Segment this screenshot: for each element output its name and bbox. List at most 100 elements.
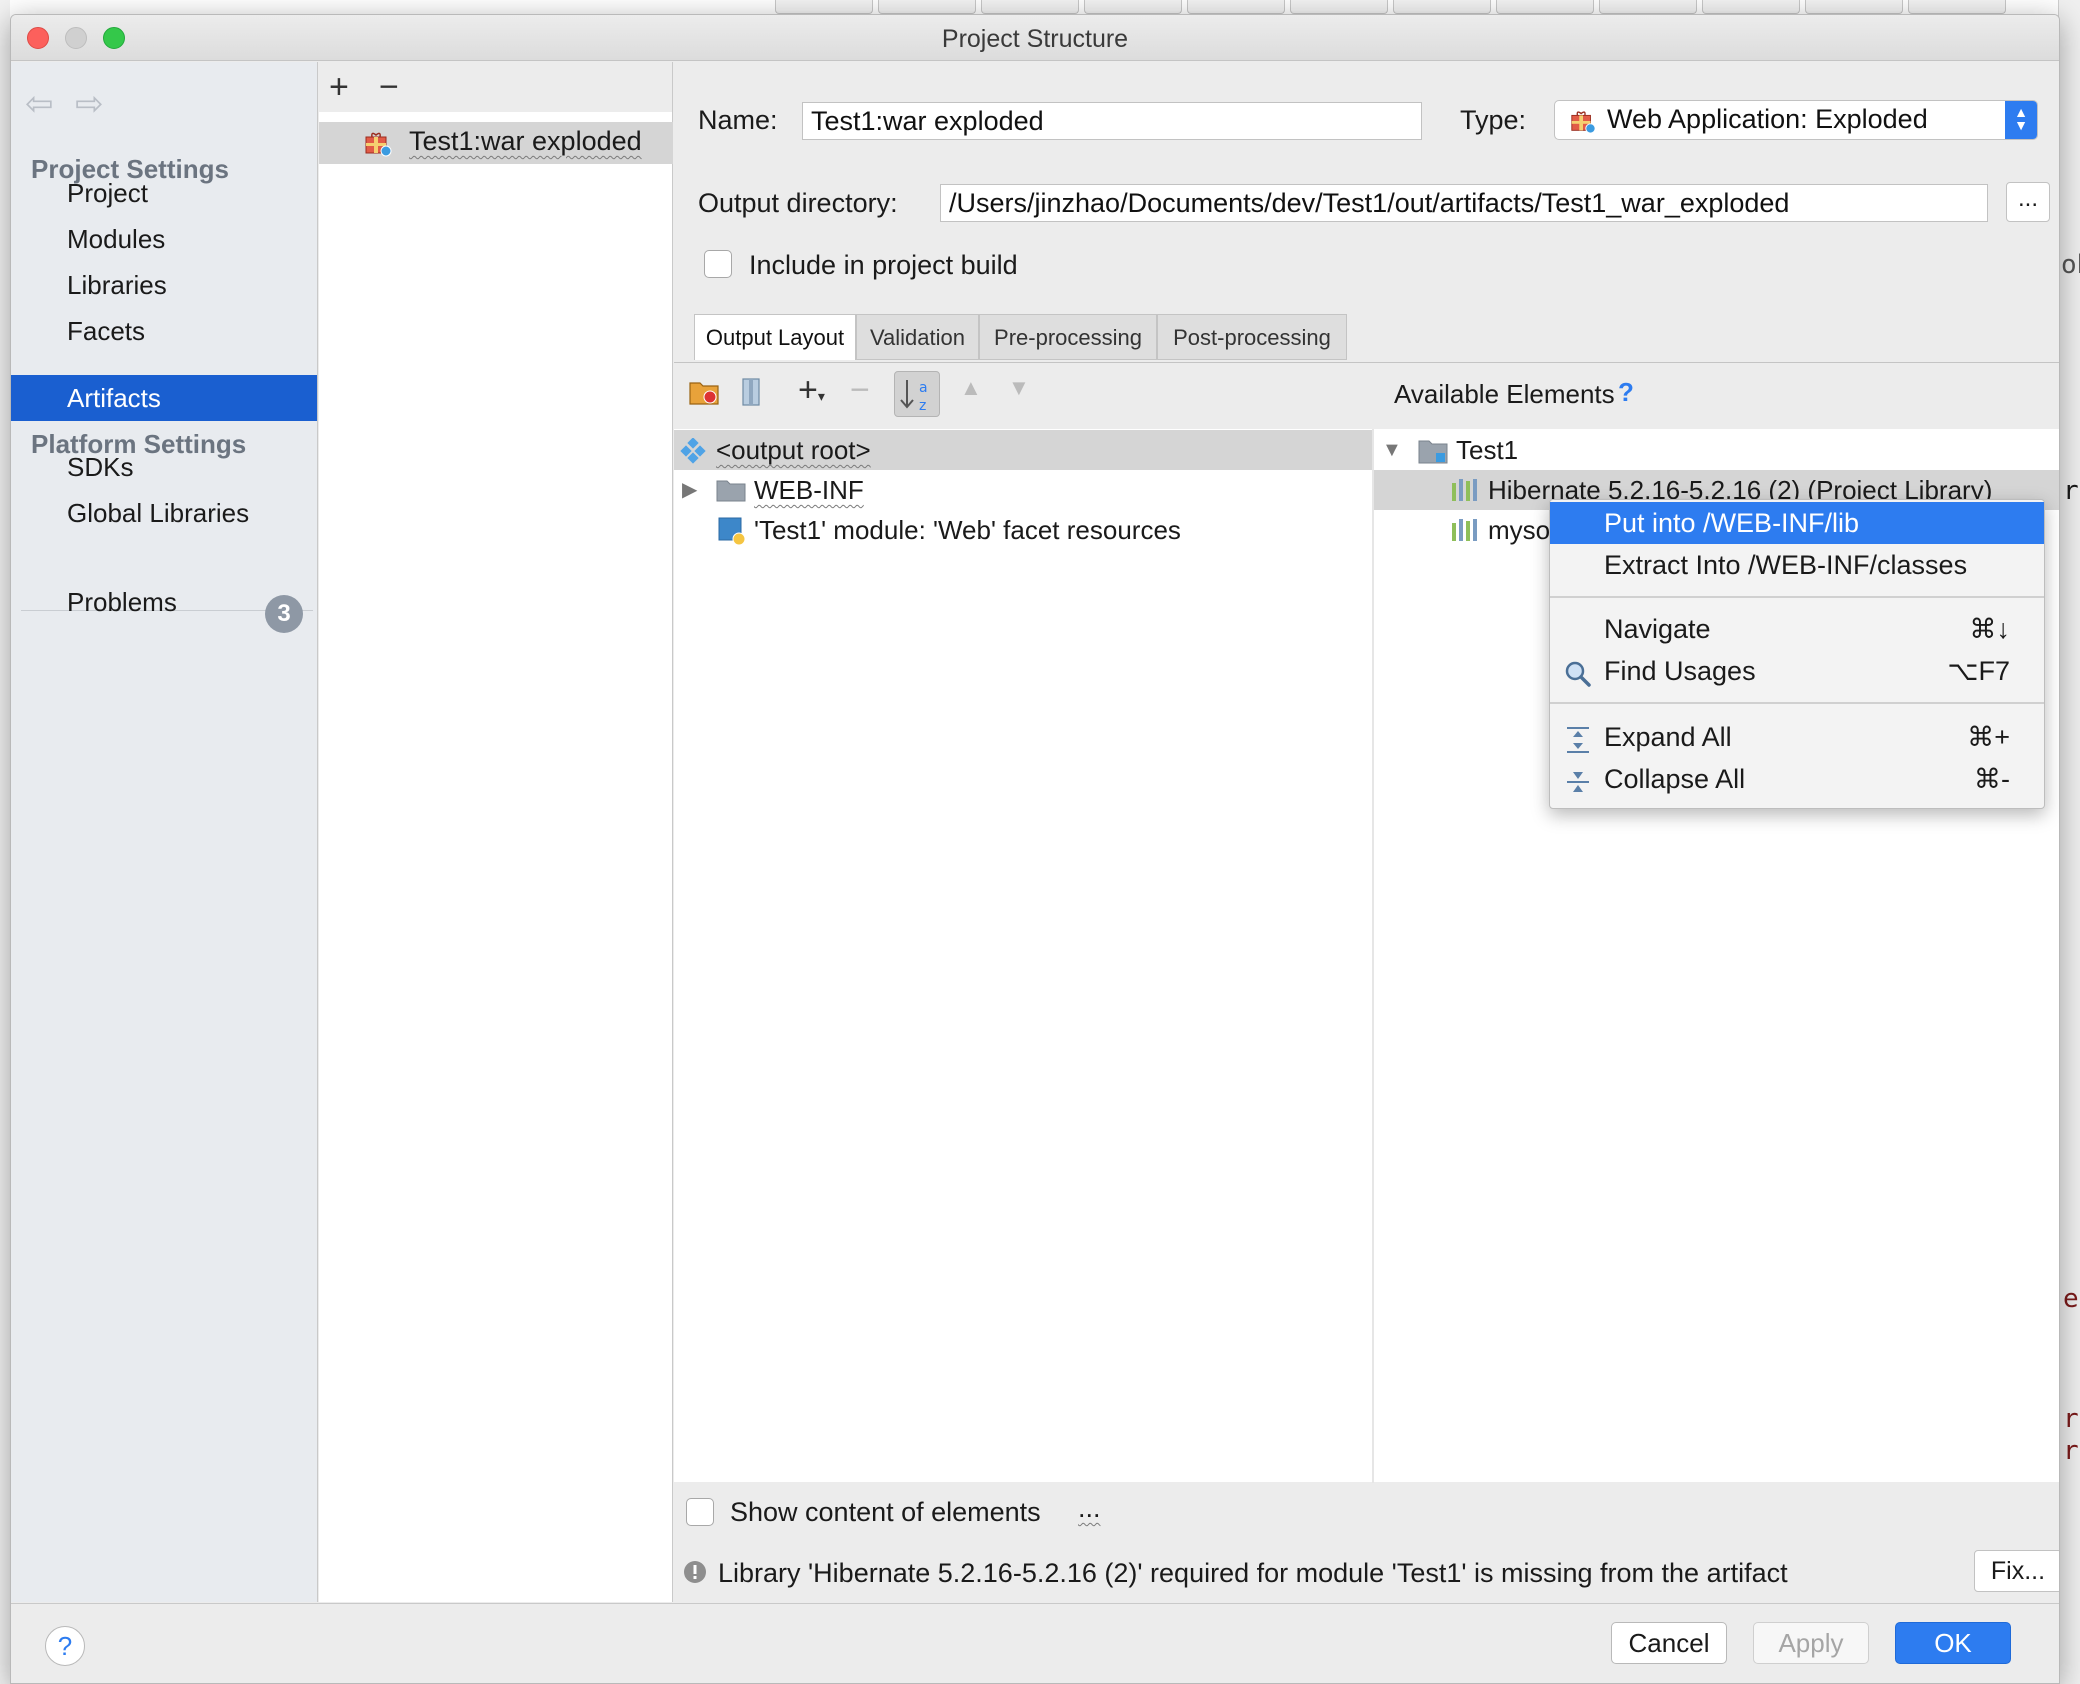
menu-item-label: Put into /WEB-INF/lib — [1604, 508, 1860, 538]
missing-library-warning: Library 'Hibernate 5.2.16-5.2.16 (2)' re… — [718, 1558, 1788, 1588]
forward-arrow-icon[interactable]: ⇨ — [75, 84, 104, 124]
tree-item-web-inf[interactable]: WEB-INF — [754, 470, 864, 510]
dialog-button-bar: ? Cancel Apply OK — [11, 1603, 2059, 1683]
move-up-icon[interactable]: ▲ — [960, 375, 982, 401]
browse-button[interactable]: ... — [2006, 182, 2050, 222]
settings-sidebar: ⇦ ⇨ Project Settings Project Modules Lib… — [11, 62, 318, 1602]
output-root-icon — [680, 437, 706, 469]
add-artifact-button[interactable]: + — [329, 68, 349, 107]
include-in-build-label: Include in project build — [749, 250, 1018, 280]
tab-validation[interactable]: Validation — [856, 314, 979, 360]
output-directory-field[interactable]: /Users/jinzhao/Documents/dev/Test1/out/a… — [940, 184, 1988, 222]
name-field[interactable]: Test1:war exploded — [802, 102, 1422, 140]
sort-alphabetically-icon: a z — [900, 380, 928, 414]
remove-artifact-button[interactable]: − — [379, 68, 399, 107]
window-title: Project Structure — [941, 25, 1129, 53]
menu-separator — [1550, 596, 2044, 598]
available-elements-title: Available Elements — [1394, 379, 1615, 409]
tree-item-web-facet-resources[interactable]: 'Test1' module: 'Web' facet resources — [754, 510, 1181, 550]
svg-text:a: a — [919, 380, 928, 396]
name-label: Name: — [698, 105, 778, 135]
menu-item-collapse-all[interactable]: Collapse All ⌘- — [1550, 758, 2044, 800]
magnifier-icon — [1564, 658, 1592, 700]
tree-item-output-root[interactable]: <output root> — [716, 430, 871, 470]
project-structure-dialog: Project Structure ⇦ ⇨ Project Settings P… — [10, 14, 2060, 1684]
menu-item-find-usages[interactable]: Find Usages ⌥F7 — [1550, 650, 2044, 692]
create-archive-icon[interactable] — [740, 377, 762, 415]
menu-item-label: Navigate — [1604, 614, 1711, 644]
move-down-icon[interactable]: ▼ — [1008, 375, 1030, 401]
background-tab-strip — [600, 0, 2060, 14]
menu-item-extract-into-classes[interactable]: Extract Into /WEB-INF/classes — [1550, 544, 2044, 586]
menu-item-expand-all[interactable]: Expand All ⌘+ — [1550, 716, 2044, 758]
menu-item-shortcut: ⌘↓ — [1969, 614, 2011, 644]
sidebar-item-project[interactable]: Project — [11, 170, 317, 216]
sidebar-item-modules[interactable]: Modules — [11, 216, 317, 262]
expand-arrow-icon[interactable]: ▶ — [682, 477, 697, 502]
remove-element-icon[interactable]: − — [850, 371, 870, 410]
web-facet-icon — [718, 517, 748, 552]
include-in-build-checkbox[interactable] — [704, 250, 732, 278]
tree-divider[interactable] — [1372, 429, 1374, 1483]
collapse-all-icon — [1564, 766, 1592, 808]
svg-text:z: z — [919, 398, 926, 414]
available-item-mysql[interactable]: myso — [1488, 510, 1550, 550]
tab-pre-processing[interactable]: Pre-processing — [979, 314, 1157, 360]
module-folder-icon — [1418, 437, 1450, 470]
output-directory-label: Output directory: — [698, 188, 898, 218]
menu-item-label: Expand All — [1604, 722, 1732, 752]
show-content-options-button[interactable]: ... — [1078, 1493, 1101, 1524]
menu-item-navigate[interactable]: Navigate ⌘↓ — [1550, 608, 2044, 650]
show-content-checkbox[interactable] — [686, 1498, 714, 1526]
menu-item-label: Extract Into /WEB-INF/classes — [1604, 550, 1968, 580]
tab-output-layout[interactable]: Output Layout — [694, 314, 856, 360]
library-icon — [1450, 517, 1480, 548]
available-root-test1[interactable]: Test1 — [1456, 430, 1518, 470]
menu-item-label: Collapse All — [1604, 764, 1746, 794]
problems-count-badge: 3 — [265, 595, 303, 633]
library-icon — [1450, 477, 1480, 508]
artifact-editor: Name: Test1:war exploded Type: Web Appli… — [674, 62, 2059, 1602]
apply-button[interactable]: Apply — [1753, 1622, 1869, 1664]
menu-item-shortcut: ⌥F7 — [1947, 656, 2010, 686]
fix-button[interactable]: Fix... — [1974, 1550, 2059, 1592]
sidebar-item-artifacts[interactable]: Artifacts — [11, 375, 317, 421]
cancel-button[interactable]: Cancel — [1611, 1622, 1727, 1664]
menu-item-shortcut: ⌘- — [1974, 764, 2010, 794]
artifact-list-panel: + − Test1:war exploded — [319, 62, 673, 1602]
sidebar-item-global-libraries[interactable]: Global Libraries — [11, 490, 317, 536]
artifact-list-item-label[interactable]: Test1:war exploded — [409, 126, 642, 157]
layout-toolbar: +▾ − a z ▲ ▼ — [674, 363, 1374, 429]
folder-icon — [716, 477, 746, 508]
menu-item-shortcut: ⌘+ — [1967, 722, 2010, 752]
available-elements-header: Available Elements ? — [1374, 363, 2059, 429]
background-editor-edge: ob rt et ra ra — [2058, 0, 2080, 1684]
context-menu: Put into /WEB-INF/lib Extract Into /WEB-… — [1549, 499, 2045, 809]
menu-separator — [1550, 702, 2044, 704]
artifact-list-toolbar: + − — [319, 62, 672, 112]
web-application-icon — [1569, 107, 1597, 140]
background-left-strip — [0, 0, 10, 1684]
menu-item-label: Find Usages — [1604, 656, 1756, 686]
create-directory-icon[interactable] — [688, 377, 720, 415]
select-arrows-icon: ▲ ▼ — [2005, 101, 2037, 139]
web-artifact-icon — [363, 128, 393, 163]
type-select[interactable]: Web Application: Exploded ▲ ▼ — [1554, 100, 2038, 140]
type-label: Type: — [1460, 105, 1527, 135]
back-arrow-icon[interactable]: ⇦ — [25, 84, 54, 124]
tab-post-processing[interactable]: Post-processing — [1157, 314, 1347, 360]
collapse-arrow-icon[interactable]: ▼ — [1382, 439, 1402, 462]
type-select-value: Web Application: Exploded — [1607, 104, 1928, 134]
sidebar-item-sdks[interactable]: SDKs — [11, 444, 317, 490]
sort-elements-toggle[interactable]: a z — [894, 371, 940, 417]
menu-item-put-into-lib[interactable]: Put into /WEB-INF/lib — [1550, 502, 2044, 544]
warning-icon — [682, 1559, 708, 1590]
sidebar-item-libraries[interactable]: Libraries — [11, 262, 317, 308]
sidebar-item-facets[interactable]: Facets — [11, 308, 317, 354]
ok-button[interactable]: OK — [1895, 1622, 2011, 1664]
available-elements-help-icon[interactable]: ? — [1618, 377, 1634, 408]
help-button[interactable]: ? — [45, 1626, 85, 1666]
show-content-label: Show content of elements — [730, 1497, 1041, 1527]
add-element-icon[interactable]: +▾ — [798, 371, 825, 410]
title-bar: Project Structure — [11, 15, 2059, 61]
